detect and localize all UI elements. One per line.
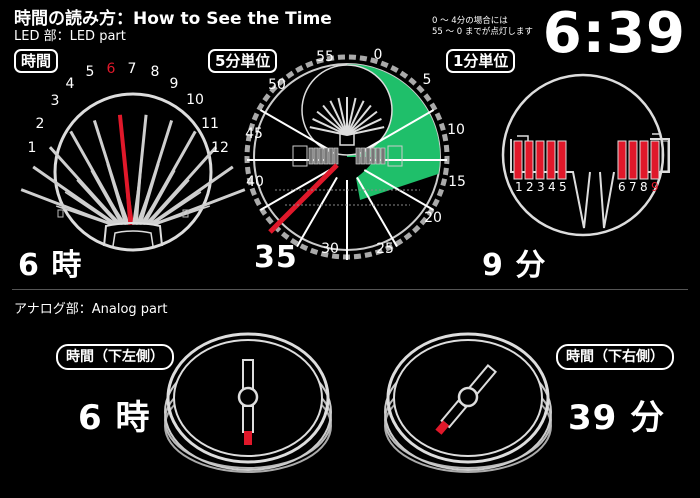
center-block-right xyxy=(380,147,386,165)
hour-number-9: 9 xyxy=(170,76,179,92)
digit-8: 8 xyxy=(640,180,648,194)
hour-number-3: 3 xyxy=(51,93,60,109)
center-block-right xyxy=(365,147,371,165)
digit-3: 3 xyxy=(537,180,545,194)
minute-bar-lit xyxy=(650,140,660,180)
analog-right-badge: 時間（下右側） xyxy=(556,344,674,370)
minute-bar-lit xyxy=(524,140,534,180)
center-block-left xyxy=(323,147,329,165)
center-block-right xyxy=(355,147,361,165)
hour-number-8: 8 xyxy=(151,64,160,80)
hour-number-2: 2 xyxy=(36,116,45,132)
minute-number-45: 45 xyxy=(245,126,263,142)
analog-right-dial xyxy=(384,332,552,473)
minute-bar-lit xyxy=(535,140,545,180)
center-block-left xyxy=(333,147,339,165)
hour-number-6-active: 6 xyxy=(107,61,116,77)
minute-bar-lit xyxy=(617,140,627,180)
analog-section-label: アナログ部：Analog part xyxy=(14,302,168,317)
minute-bar-lit xyxy=(628,140,638,180)
analog-hour-reading: 6 時 xyxy=(78,398,151,438)
minute-number-50: 50 xyxy=(268,77,286,93)
minute-number-0: 0 xyxy=(374,47,383,63)
minute-number-25: 25 xyxy=(376,241,394,257)
minute-bar-lit xyxy=(546,140,556,180)
digit-4: 4 xyxy=(548,180,556,194)
minute-number-20: 20 xyxy=(424,210,442,226)
analog-minute-reading: 39 分 xyxy=(568,398,666,438)
one-minute-led-dial: 1 2 3 4 5 6 7 8 9 xyxy=(501,73,670,237)
digit-1: 1 xyxy=(515,180,523,194)
digit-5: 5 xyxy=(559,180,567,194)
center-block-left xyxy=(308,147,314,165)
hour-number-12: 12 xyxy=(211,140,229,156)
minute-number-40: 40 xyxy=(246,174,264,190)
center-block-right xyxy=(360,147,366,165)
analog-left-dial xyxy=(164,332,332,473)
hour-reading: 6 時 xyxy=(18,248,83,283)
section-divider xyxy=(12,289,688,290)
hour-led-dial: 1 2 3 4 5 6 7 8 9 10 11 12 xyxy=(20,61,246,252)
center-block-right xyxy=(370,147,376,165)
digit-6: 6 xyxy=(618,180,626,194)
digit-7: 7 xyxy=(629,180,637,194)
analog-left-red-hand xyxy=(244,431,252,445)
one-minute-reading: 9 分 xyxy=(482,248,547,283)
digit-9-active: 9 xyxy=(651,180,659,194)
hour-number-10: 10 xyxy=(186,92,204,108)
hour-number-1: 1 xyxy=(28,140,37,156)
minute-number-5: 5 xyxy=(423,72,432,88)
minute-number-30: 30 xyxy=(321,241,339,257)
five-minute-led-dial: 55 0 5 10 15 20 25 30 40 45 50 xyxy=(244,47,466,260)
minute-number-55: 55 xyxy=(316,49,334,65)
center-block-right xyxy=(375,147,381,165)
center-block-left xyxy=(318,147,324,165)
digit-2: 2 xyxy=(526,180,534,194)
five-minute-reading: 35 xyxy=(254,240,298,275)
hour-number-7: 7 xyxy=(128,61,137,77)
hour-number-11: 11 xyxy=(201,116,219,132)
minute-number-15: 15 xyxy=(448,174,466,190)
center-block-left xyxy=(313,147,319,165)
minute-bar-lit xyxy=(557,140,567,180)
center-block-left xyxy=(328,147,334,165)
minute-bar-lit xyxy=(639,140,649,180)
analog-left-badge: 時間（下左側） xyxy=(56,344,174,370)
hour-number-4: 4 xyxy=(66,76,75,92)
minute-bar-lit xyxy=(513,140,523,180)
minute-number-10: 10 xyxy=(447,122,465,138)
hour-number-5: 5 xyxy=(86,64,95,80)
